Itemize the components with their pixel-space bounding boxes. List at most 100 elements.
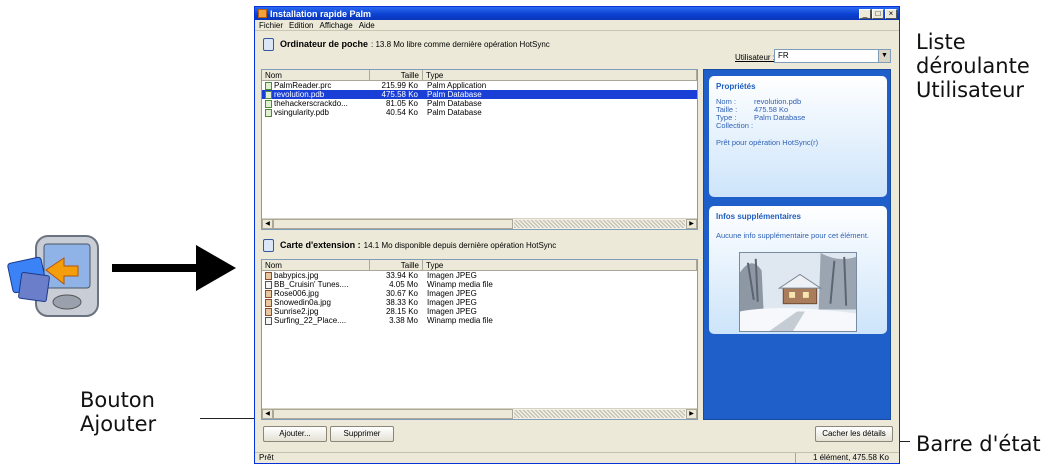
file-size: 475.58 Ko [370,90,423,99]
palm-file-icon [265,108,272,117]
palm-file-icon [265,90,272,99]
file-type: Imagen JPEG [427,298,477,307]
expansion-card-icon [263,238,274,252]
status-text: Prêt [259,453,274,462]
file-name: Rose006.jpg [274,289,319,298]
menu-help[interactable]: Aide [359,21,375,30]
file-name-cell: vsingularity.pdb [262,108,370,117]
scroll-thumb[interactable] [273,409,513,419]
status-bar: Prêt 1 élément, 475.58 Ko [255,452,899,463]
property-value: Palm Database [754,113,806,122]
image-file-icon [265,289,272,298]
hotsync-status: Prêt pour opération HotSync(r) [716,138,819,147]
menu-file[interactable]: Fichier [259,21,283,30]
properties-box: Propriétés Nom : revolution.pdb Taille :… [709,76,887,197]
minimize-button[interactable]: _ [859,8,871,19]
status-selection-summary: 1 élément, 475.58 Ko [795,453,889,463]
file-size: 81.05 Ko [385,99,418,108]
palm-quick-install-icon [7,235,99,317]
file-type: Imagen JPEG [427,307,477,316]
file-size: 28.15 Ko [385,307,418,316]
preview-image [739,252,857,332]
horizontal-scrollbar[interactable]: ◀ ▶ [262,408,697,419]
palm-quick-install-window: Installation rapide Palm _ □ × Fichier E… [254,6,900,464]
title-bar[interactable]: Installation rapide Palm _ □ × [255,7,899,20]
chevron-down-icon[interactable]: ▼ [878,50,890,62]
handheld-file-list[interactable]: Nom Taille Type PalmReader.prc 215.99 Ko P… [261,69,698,230]
handheld-title: Ordinateur de poche [280,39,369,49]
card-title: Carte d'extension : [280,240,361,250]
column-header-name[interactable]: Nom [262,70,370,80]
file-name: BB_Cruisin' Tunes.... [274,280,349,289]
file-name-cell: revolution.pdb [262,90,370,99]
file-row[interactable]: BB_Cruisin' Tunes.... 4.05 Mo Winamp media… [262,280,697,289]
scroll-right-icon[interactable]: ▶ [686,409,697,419]
scroll-left-icon[interactable]: ◀ [262,219,273,229]
user-label: Utilisateur : [735,53,776,62]
file-type: Winamp media file [427,280,493,289]
file-row[interactable]: Snowedin0a.jpg 38.33 Ko Imagen JPEG [262,298,697,307]
file-name-cell: Sunrise2.jpg [262,307,370,316]
card-file-list[interactable]: Nom Taille Type babypics.jpg 33.94 Ko Imag… [261,259,698,420]
maximize-button[interactable]: □ [872,8,884,19]
file-row[interactable]: PalmReader.prc 215.99 Ko Palm Application [262,81,697,90]
menu-view[interactable]: Affichage [319,21,352,30]
window-title: Installation rapide Palm [270,8,372,19]
menu-edit[interactable]: Edition [289,21,313,30]
file-row[interactable]: vsingularity.pdb 40.54 Ko Palm Database [262,108,697,117]
image-file-icon [265,298,272,307]
scroll-track[interactable] [514,410,685,418]
add-button-callout: Bouton Ajouter [80,388,157,436]
file-name: Surfing_22_Place.... [274,316,347,325]
close-button[interactable]: × [885,8,897,19]
file-size: 40.54 Ko [385,108,418,117]
handheld-section-header: Ordinateur de poche : 13.8 Mo libre comm… [263,36,550,52]
file-name: Sunrise2.jpg [274,307,319,316]
scroll-left-icon[interactable]: ◀ [262,409,273,419]
audio-file-icon [265,280,272,289]
file-type: Palm Application [427,81,487,90]
user-dropdown[interactable]: FR ▼ [774,49,891,63]
more-info-box: Infos supplémentaires Aucune info supplé… [709,206,887,334]
list-header: Nom Taille Type [262,70,697,81]
file-row[interactable]: Surfing_22_Place.... 3.38 Mo Winamp media … [262,316,697,325]
menu-bar: Fichier Edition Affichage Aide [255,20,899,31]
file-row[interactable]: babypics.jpg 33.94 Ko Imagen JPEG [262,271,697,280]
file-name: vsingularity.pdb [274,108,329,117]
file-name-cell: Rose006.jpg [262,289,370,298]
status-bar-callout: Barre d'état [916,432,1041,456]
file-row[interactable]: revolution.pdb 475.58 Ko Palm Database [262,90,697,99]
scroll-right-icon[interactable]: ▶ [686,219,697,229]
file-row[interactable]: Rose006.jpg 30.67 Ko Imagen JPEG [262,289,697,298]
file-name: PalmReader.prc [274,81,332,90]
file-row[interactable]: Sunrise2.jpg 28.15 Ko Imagen JPEG [262,307,697,316]
image-file-icon [265,271,272,280]
file-type: Winamp media file [427,316,493,325]
file-name-cell: thehackerscrackdo... [262,99,370,108]
file-row[interactable]: thehackerscrackdo... 81.05 Ko Palm Databas… [262,99,697,108]
hide-details-button[interactable]: Cacher les détails [815,426,893,442]
file-name-cell: PalmReader.prc [262,81,370,90]
file-name: thehackerscrackdo... [274,99,348,108]
column-header-type[interactable]: Type [423,260,697,270]
horizontal-scrollbar[interactable]: ◀ ▶ [262,218,697,229]
details-panel: Propriétés Nom : revolution.pdb Taille :… [703,69,891,420]
audio-file-icon [265,316,272,325]
file-name: revolution.pdb [274,90,325,99]
file-size: 4.05 Mo [389,280,418,289]
file-size: 30.67 Ko [385,289,418,298]
column-header-name[interactable]: Nom [262,260,370,270]
column-header-type[interactable]: Type [423,70,697,80]
file-type: Imagen JPEG [427,289,477,298]
file-name: Snowedin0a.jpg [274,298,331,307]
scroll-thumb[interactable] [273,219,513,229]
add-button[interactable]: Ajouter... [263,426,327,442]
palm-file-icon [265,81,272,90]
image-file-icon [265,307,272,316]
file-type: Imagen JPEG [427,271,477,280]
app-icon [258,9,267,18]
delete-button[interactable]: Supprimer [330,426,394,442]
scroll-track[interactable] [514,220,685,228]
column-header-size[interactable]: Taille [370,70,423,80]
column-header-size[interactable]: Taille [370,260,423,270]
